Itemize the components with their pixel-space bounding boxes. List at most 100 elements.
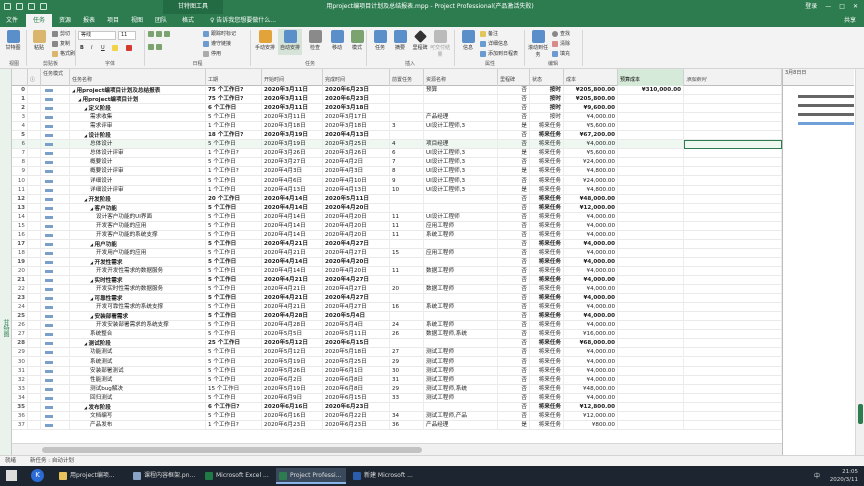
- milestone-cell[interactable]: 是: [498, 122, 530, 132]
- new-column-cell[interactable]: [684, 366, 782, 376]
- predecessors-cell[interactable]: [390, 339, 424, 349]
- task-mode-cell[interactable]: [41, 122, 70, 132]
- predecessors-cell[interactable]: 15: [390, 248, 424, 258]
- cost-cell[interactable]: ¥12,000.00: [564, 411, 618, 421]
- duration-cell[interactable]: 5 个工作日: [206, 294, 262, 304]
- predecessors-cell[interactable]: [390, 86, 424, 95]
- predecessors-cell[interactable]: [390, 194, 424, 204]
- table-row[interactable]: 5 ◢ 设计阶段 18 个工作日? 2020年3月19日 2020年4月13日 否 将来任务…: [12, 131, 782, 141]
- budget-cost-cell[interactable]: [618, 113, 684, 123]
- predecessors-cell[interactable]: 26: [390, 330, 424, 340]
- task-name-cell[interactable]: 总体设计: [70, 140, 206, 150]
- cost-cell[interactable]: ¥9,600.00: [564, 104, 618, 114]
- task-name-cell[interactable]: 开发用户功能的应用: [70, 248, 206, 258]
- resource-names-cell[interactable]: 测试工程师: [424, 348, 498, 358]
- budget-cost-cell[interactable]: [618, 411, 684, 421]
- task-mode-cell[interactable]: [41, 149, 70, 159]
- start-header[interactable]: 开始时间: [262, 69, 323, 86]
- finish-cell[interactable]: 2020年4月2日: [323, 158, 390, 168]
- finish-cell[interactable]: 2020年6月23日: [323, 86, 390, 95]
- task-name-cell[interactable]: 产品发布: [70, 420, 206, 430]
- duration-cell[interactable]: 5 个工作日: [206, 221, 262, 231]
- resource-names-cell[interactable]: 测试工程师: [424, 366, 498, 376]
- duration-cell[interactable]: 25 个工作日: [206, 339, 262, 349]
- predecessors-cell[interactable]: 8: [390, 167, 424, 177]
- table-row[interactable]: 17 ◢ 用户功能 5 个工作日 2020年4月21日 2020年4月27日 否 将来任务 ¥…: [12, 239, 782, 249]
- information-button[interactable]: 信息: [456, 29, 480, 55]
- finish-cell[interactable]: 2020年6月8日: [323, 375, 390, 385]
- task-name-cell[interactable]: ◢ 定义阶段: [70, 104, 206, 114]
- cost-cell[interactable]: ¥800.00: [564, 420, 618, 430]
- status-cell[interactable]: 将来任务: [530, 321, 564, 331]
- finish-cell[interactable]: 2020年6月22日: [323, 411, 390, 421]
- cost-cell[interactable]: ¥12,000.00: [564, 203, 618, 213]
- new-column-cell[interactable]: [684, 86, 782, 95]
- task-name-cell[interactable]: 开发客户功能的应用: [70, 221, 206, 231]
- task-name-cell[interactable]: 文档编写: [70, 411, 206, 421]
- tell-me-box[interactable]: ♀ 告诉我您想要做什么...: [210, 14, 276, 27]
- new-column-cell[interactable]: [684, 276, 782, 286]
- duration-cell[interactable]: 5 个工作日: [206, 348, 262, 358]
- budget-cost-cell[interactable]: [618, 348, 684, 358]
- budget-cost-cell[interactable]: [618, 267, 684, 276]
- cost-cell[interactable]: ¥4,000.00: [564, 267, 618, 276]
- budget-cost-cell[interactable]: [618, 294, 684, 304]
- table-row[interactable]: 10 详细设计 5 个工作日 2020年4月6日 2020年4月10日 9 UI设计工程师,…: [12, 176, 782, 186]
- new-column-cell[interactable]: [684, 321, 782, 331]
- font-color-button[interactable]: [126, 44, 134, 53]
- cost-cell[interactable]: ¥4,000.00: [564, 221, 618, 231]
- deactivate-button[interactable]: 停用: [203, 50, 221, 59]
- duration-cell[interactable]: 5 个工作日: [206, 375, 262, 385]
- task-name-cell[interactable]: ◢ 可靠性需求: [70, 294, 206, 304]
- start-cell[interactable]: 2020年5月19日: [262, 384, 323, 394]
- duration-cell[interactable]: 5 个工作日: [206, 203, 262, 213]
- new-column-cell[interactable]: [684, 303, 782, 313]
- finish-cell[interactable]: 2020年4月20日: [323, 212, 390, 222]
- table-row[interactable]: 22 开发实时性需求的数据服务 5 个工作日 2020年4月21日 2020年4月27日…: [12, 285, 782, 295]
- new-column-cell[interactable]: [684, 285, 782, 295]
- task-name-cell[interactable]: 开发客户功能的系统支撑: [70, 230, 206, 240]
- duration-cell[interactable]: 5 个工作日: [206, 321, 262, 331]
- status-cell[interactable]: 将来任务: [530, 285, 564, 295]
- milestone-cell[interactable]: 是: [498, 149, 530, 159]
- milestone-cell[interactable]: 否: [498, 104, 530, 114]
- resource-names-cell[interactable]: 测试工程师,系统: [424, 384, 498, 394]
- resource-names-cell[interactable]: [424, 131, 498, 141]
- table-row[interactable]: 18 开发用户功能的应用 5 个工作日 2020年4月21日 2020年4月27日 15 应…: [12, 248, 782, 258]
- resource-names-cell[interactable]: 数据工程师,系统: [424, 330, 498, 340]
- duration-cell[interactable]: 1 个工作日?: [206, 420, 262, 430]
- cost-cell[interactable]: ¥205,800.00: [564, 86, 618, 95]
- cost-cell[interactable]: ¥4,800.00: [564, 167, 618, 177]
- status-cell[interactable]: 将来任务: [530, 312, 564, 322]
- new-column-cell[interactable]: [684, 393, 782, 403]
- budget-cost-cell[interactable]: [618, 393, 684, 403]
- resource-names-cell[interactable]: [424, 339, 498, 349]
- budget-cost-cell[interactable]: [618, 176, 684, 186]
- task-mode-cell[interactable]: [41, 131, 70, 141]
- table-row[interactable]: 0 ◢ 用project编项目计划及总结报表 75 个工作日? 2020年3月11日 2…: [12, 86, 782, 96]
- task-name-cell[interactable]: 概要设计: [70, 158, 206, 168]
- task-mode-cell[interactable]: [41, 194, 70, 204]
- status-cell[interactable]: 将来任务: [530, 375, 564, 385]
- finish-cell[interactable]: 2020年4月3日: [323, 167, 390, 177]
- cost-cell[interactable]: ¥4,000.00: [564, 294, 618, 304]
- milestone-cell[interactable]: 否: [498, 203, 530, 213]
- cost-header[interactable]: 成本: [564, 69, 618, 86]
- cost-cell[interactable]: ¥16,000.00: [564, 330, 618, 340]
- new-column-cell[interactable]: [684, 357, 782, 367]
- duration-cell[interactable]: 5 个工作日: [206, 357, 262, 367]
- finish-cell[interactable]: 2020年6月23日: [323, 420, 390, 430]
- duration-cell[interactable]: 1 个工作日?: [206, 149, 262, 159]
- table-row[interactable]: 14 设计客户功能的UI界面 5 个工作日 2020年4月14日 2020年4月20日 1…: [12, 212, 782, 222]
- predecessors-cell[interactable]: [390, 276, 424, 286]
- gantt-view-button[interactable]: 甘特图: [1, 29, 25, 55]
- resource-names-cell[interactable]: [424, 239, 498, 249]
- cost-cell[interactable]: ¥67,200.00: [564, 131, 618, 141]
- finish-cell[interactable]: 2020年4月27日: [323, 285, 390, 295]
- table-row[interactable]: 12 ◢ 开发阶段 20 个工作日 2020年4月14日 2020年5月11日 否 将来任务…: [12, 194, 782, 204]
- start-cell[interactable]: 2020年6月2日: [262, 375, 323, 385]
- predecessors-cell[interactable]: 7: [390, 158, 424, 168]
- resource-names-cell[interactable]: 系统工程师: [424, 303, 498, 313]
- finish-cell[interactable]: 2020年4月27日: [323, 239, 390, 249]
- duration-cell[interactable]: 5 个工作日: [206, 239, 262, 249]
